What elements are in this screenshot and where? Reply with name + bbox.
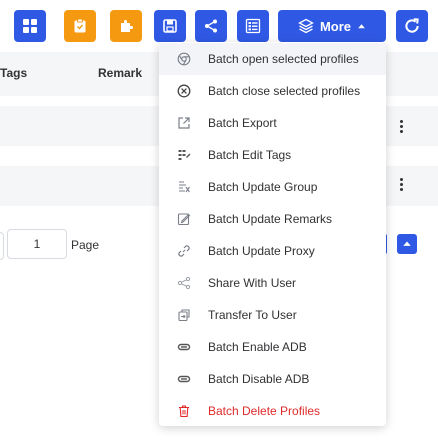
chrome-icon (177, 52, 191, 66)
caret-up-icon (358, 23, 365, 28)
menu-item-label: Batch open selected profiles (208, 52, 359, 66)
menu-item-label: Batch Export (208, 116, 277, 130)
share-icon (177, 276, 191, 290)
link-icon (177, 244, 191, 258)
menu-item-batch-export[interactable]: Batch Export (159, 107, 386, 139)
refresh-button[interactable] (396, 10, 428, 42)
scroll-to-top-button[interactable] (397, 234, 417, 254)
group-icon (177, 180, 191, 194)
menu-item-label: Batch Update Remarks (208, 212, 333, 226)
menu-item-label: Share With User (208, 276, 297, 290)
grid-apps-icon (23, 19, 37, 33)
close-circle-icon (177, 84, 191, 98)
menu-item-label: Batch Delete Profiles (208, 404, 321, 418)
menu-item-batch-close[interactable]: Batch close selected profiles (159, 75, 386, 107)
adb-icon (177, 372, 191, 386)
row-actions-icon[interactable] (394, 174, 408, 194)
menu-item-label: Batch close selected profiles (208, 84, 361, 98)
share-icon (205, 19, 217, 33)
save-button[interactable] (154, 10, 186, 42)
menu-item-batch-open[interactable]: Batch open selected profiles (159, 43, 386, 75)
adb-icon (177, 340, 191, 354)
page-number-input[interactable]: 1 (7, 229, 67, 259)
export-icon (177, 116, 191, 130)
menu-item-label: Batch Enable ADB (208, 340, 307, 354)
menu-item-label: Batch Disable ADB (208, 372, 310, 386)
refresh-icon (405, 18, 419, 33)
menu-item-batch-update-group[interactable]: Batch Update Group (159, 171, 386, 203)
menu-item-batch-delete-profiles[interactable]: Batch Delete Profiles (159, 395, 386, 427)
page-size-select[interactable] (0, 232, 4, 260)
column-header-tags[interactable]: Tags (0, 66, 27, 80)
extensions-button[interactable] (110, 10, 142, 42)
transfer-icon (177, 308, 191, 322)
row-actions-icon[interactable] (394, 116, 408, 136)
menu-item-label: Transfer To User (208, 308, 297, 322)
grid-apps-button[interactable] (14, 10, 46, 42)
more-button-label: More (319, 18, 352, 34)
app-root: More Tags Remark 1 Page Batch open selec… (0, 0, 438, 442)
menu-item-batch-disable-adb[interactable]: Batch Disable ADB (159, 363, 386, 395)
trash-icon (177, 404, 191, 418)
layers-icon (298, 18, 314, 34)
menu-item-batch-enable-adb[interactable]: Batch Enable ADB (159, 331, 386, 363)
share-button[interactable] (195, 10, 227, 42)
column-header-remark[interactable]: Remark (98, 66, 142, 80)
caret-up-icon (403, 241, 411, 246)
menu-item-transfer-to-user[interactable]: Transfer To User (159, 299, 386, 331)
more-dropdown-menu: Batch open selected profiles Batch close… (159, 42, 386, 426)
list-view-icon (245, 18, 261, 34)
menu-item-label: Batch Update Group (208, 180, 318, 194)
list-view-button[interactable] (237, 10, 269, 42)
tags-icon (177, 148, 191, 162)
puzzle-icon (121, 20, 133, 32)
edit-icon (177, 212, 191, 226)
menu-item-batch-update-remarks[interactable]: Batch Update Remarks (159, 203, 386, 235)
more-button[interactable]: More (278, 10, 386, 42)
menu-item-label: Batch Update Proxy (208, 244, 315, 258)
menu-item-batch-edit-tags[interactable]: Batch Edit Tags (159, 139, 386, 171)
menu-item-label: Batch Edit Tags (208, 148, 292, 162)
page-label: Page (71, 238, 100, 252)
menu-item-batch-update-proxy[interactable]: Batch Update Proxy (159, 235, 386, 267)
clipboard-icon (74, 18, 86, 33)
clipboard-button[interactable] (64, 10, 96, 42)
menu-item-share-with-user[interactable]: Share With User (159, 267, 386, 299)
save-disk-icon (163, 19, 177, 33)
